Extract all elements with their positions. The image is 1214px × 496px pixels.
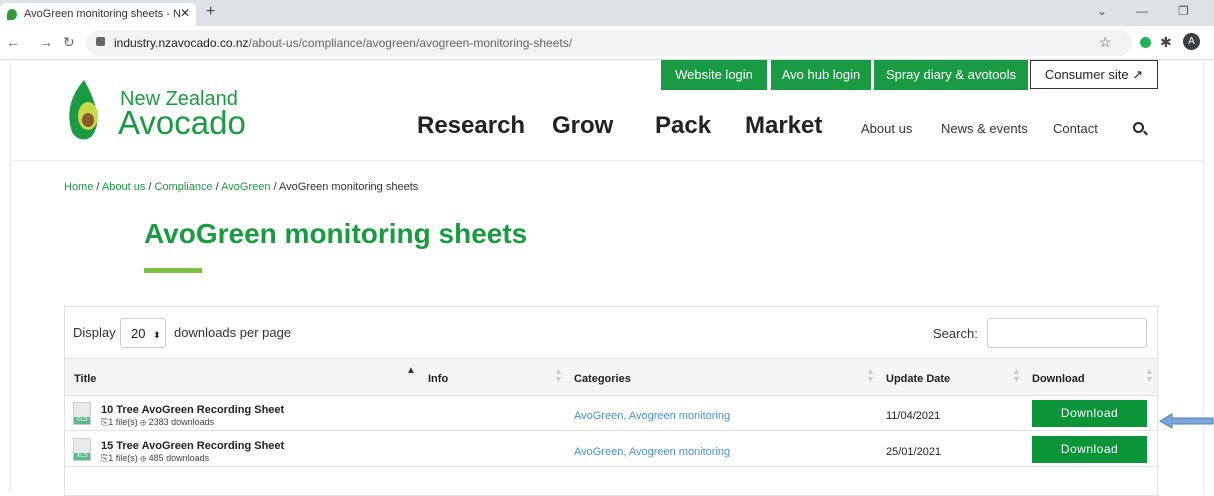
- per-page-label: downloads per page: [174, 325, 292, 340]
- category-links[interactable]: AvoGreen, Avogreen monitoring: [574, 446, 730, 458]
- file-type-tag: XLS: [74, 453, 90, 460]
- update-date: 11/04/2021: [886, 410, 941, 422]
- annotation-arrow-icon: [1159, 413, 1214, 429]
- sort-icon[interactable]: ▲ ▼: [1012, 367, 1021, 384]
- sort-icon[interactable]: ▲ ▼: [866, 367, 875, 384]
- breadcrumb-separator: /: [145, 181, 155, 193]
- logo-text-avocado[interactable]: Avocado: [118, 104, 246, 142]
- search-label: Search:: [933, 326, 978, 341]
- breadcrumb-separator: /: [212, 181, 222, 193]
- column-header-download[interactable]: Download: [1032, 373, 1085, 385]
- download-button[interactable]: Download: [1032, 436, 1147, 463]
- sort-ascending-icon[interactable]: ▲: [406, 366, 416, 376]
- browser-tab[interactable]: AvoGreen monitoring sheets - N ✕: [0, 3, 196, 26]
- xls-file-icon: XLS: [73, 438, 91, 461]
- breadcrumb-separator: /: [270, 181, 280, 193]
- table-header: Title ▲ Info ▲ ▼ Categories ▲ ▼ Update Dat…: [65, 358, 1157, 396]
- tab-title: AvoGreen monitoring sheets - N: [24, 8, 181, 20]
- xls-file-icon: XLS: [73, 402, 91, 425]
- browser-tab-strip: AvoGreen monitoring sheets - N ✕ + ⌄ — ❐: [0, 0, 1214, 26]
- website-login-link[interactable]: Website login: [661, 60, 767, 90]
- per-page-select[interactable]: 20 ⬍: [120, 318, 166, 348]
- minimize-icon[interactable]: —: [1136, 4, 1148, 18]
- breadcrumb-compliance[interactable]: Compliance: [155, 181, 213, 193]
- header-divider: [11, 160, 1205, 161]
- nav-about-us[interactable]: About us: [861, 121, 912, 136]
- select-arrows-icon: ⬍: [153, 330, 161, 340]
- table-row: XLS 10 Tree AvoGreen Recording Sheet ⎘1 …: [65, 396, 1157, 431]
- tab-search-icon[interactable]: ⌄: [1097, 4, 1107, 18]
- column-header-categories[interactable]: Categories: [574, 373, 631, 385]
- nav-grow[interactable]: Grow: [552, 112, 613, 140]
- avocado-logo-icon[interactable]: [66, 78, 102, 144]
- profile-avatar[interactable]: A: [1183, 33, 1200, 50]
- breadcrumb-home[interactable]: Home: [64, 181, 93, 193]
- url-input[interactable]: industry.nzavocado.co.nz/about-us/compli…: [86, 30, 1132, 56]
- nav-pack[interactable]: Pack: [655, 112, 711, 140]
- close-icon[interactable]: ✕: [180, 6, 190, 20]
- avo-hub-login-link[interactable]: Avo hub login: [771, 60, 871, 90]
- file-meta: ⎘1 file(s) ⊕ 485 downloads: [101, 453, 210, 463]
- breadcrumb-avogreen[interactable]: AvoGreen: [221, 181, 270, 193]
- nav-research[interactable]: Research: [417, 112, 525, 140]
- update-date: 25/01/2021: [886, 446, 942, 458]
- web-page: Website login Avo hub login Spray diary …: [10, 60, 1205, 496]
- per-page-value: 20: [131, 326, 146, 341]
- table-search-input[interactable]: [987, 318, 1147, 348]
- breadcrumb-current: AvoGreen monitoring sheets: [279, 181, 419, 193]
- search-icon[interactable]: [1133, 122, 1144, 133]
- page-title: AvoGreen monitoring sheets: [144, 218, 528, 249]
- column-header-title[interactable]: Title: [74, 373, 96, 385]
- column-header-info[interactable]: Info: [428, 373, 448, 385]
- display-label: Display: [73, 325, 116, 340]
- download-button[interactable]: Download: [1032, 400, 1147, 427]
- forward-arrow-icon[interactable]: →: [39, 34, 53, 50]
- sort-icon[interactable]: ▲ ▼: [554, 367, 563, 384]
- lock-icon: [96, 37, 105, 46]
- bookmark-star-icon[interactable]: ☆: [1099, 34, 1112, 51]
- breadcrumb-separator: /: [93, 181, 102, 193]
- title-underline: [144, 268, 202, 273]
- file-title[interactable]: 15 Tree AvoGreen Recording Sheet: [101, 440, 284, 452]
- restore-icon[interactable]: ❐: [1178, 4, 1189, 18]
- new-tab-icon[interactable]: +: [206, 3, 215, 21]
- downloads-table-panel: Display 20 ⬍ downloads per page Search: …: [64, 306, 1158, 496]
- extension-icon[interactable]: [1140, 37, 1151, 48]
- file-meta: ⎘1 file(s) ⊕ 2383 downloads: [101, 417, 215, 427]
- table-row: XLS 15 Tree AvoGreen Recording Sheet ⎘1 …: [65, 432, 1157, 467]
- address-bar: ← → ↻ industry.nzavocado.co.nz/about-us/…: [0, 26, 1214, 60]
- external-link-icon: ↗: [1132, 67, 1144, 82]
- column-header-update-date[interactable]: Update Date: [886, 373, 950, 385]
- file-title[interactable]: 10 Tree AvoGreen Recording Sheet: [101, 404, 284, 416]
- spray-diary-link[interactable]: Spray diary & avotools: [874, 60, 1028, 90]
- downloads-icon: ⊕: [140, 453, 147, 463]
- back-arrow-icon[interactable]: ←: [6, 34, 20, 50]
- extensions-puzzle-icon[interactable]: ✱: [1160, 34, 1172, 51]
- breadcrumb-about-us[interactable]: About us: [102, 181, 145, 193]
- url-text: industry.nzavocado.co.nz/about-us/compli…: [114, 36, 573, 50]
- consumer-site-link[interactable]: Consumer site ↗: [1030, 60, 1158, 89]
- nav-market[interactable]: Market: [745, 112, 822, 140]
- avocado-favicon-icon: [7, 9, 17, 20]
- nav-news-events[interactable]: News & events: [941, 121, 1028, 136]
- nav-contact[interactable]: Contact: [1053, 121, 1098, 136]
- category-links[interactable]: AvoGreen, Avogreen monitoring: [574, 410, 730, 422]
- downloads-icon: ⊕: [140, 417, 147, 427]
- sort-icon[interactable]: ▲ ▼: [1145, 367, 1154, 384]
- file-type-tag: XLS: [74, 417, 90, 424]
- breadcrumb: Home / About us / Compliance / AvoGreen …: [64, 181, 418, 193]
- consumer-site-label: Consumer site: [1044, 67, 1129, 82]
- reload-icon[interactable]: ↻: [63, 34, 75, 51]
